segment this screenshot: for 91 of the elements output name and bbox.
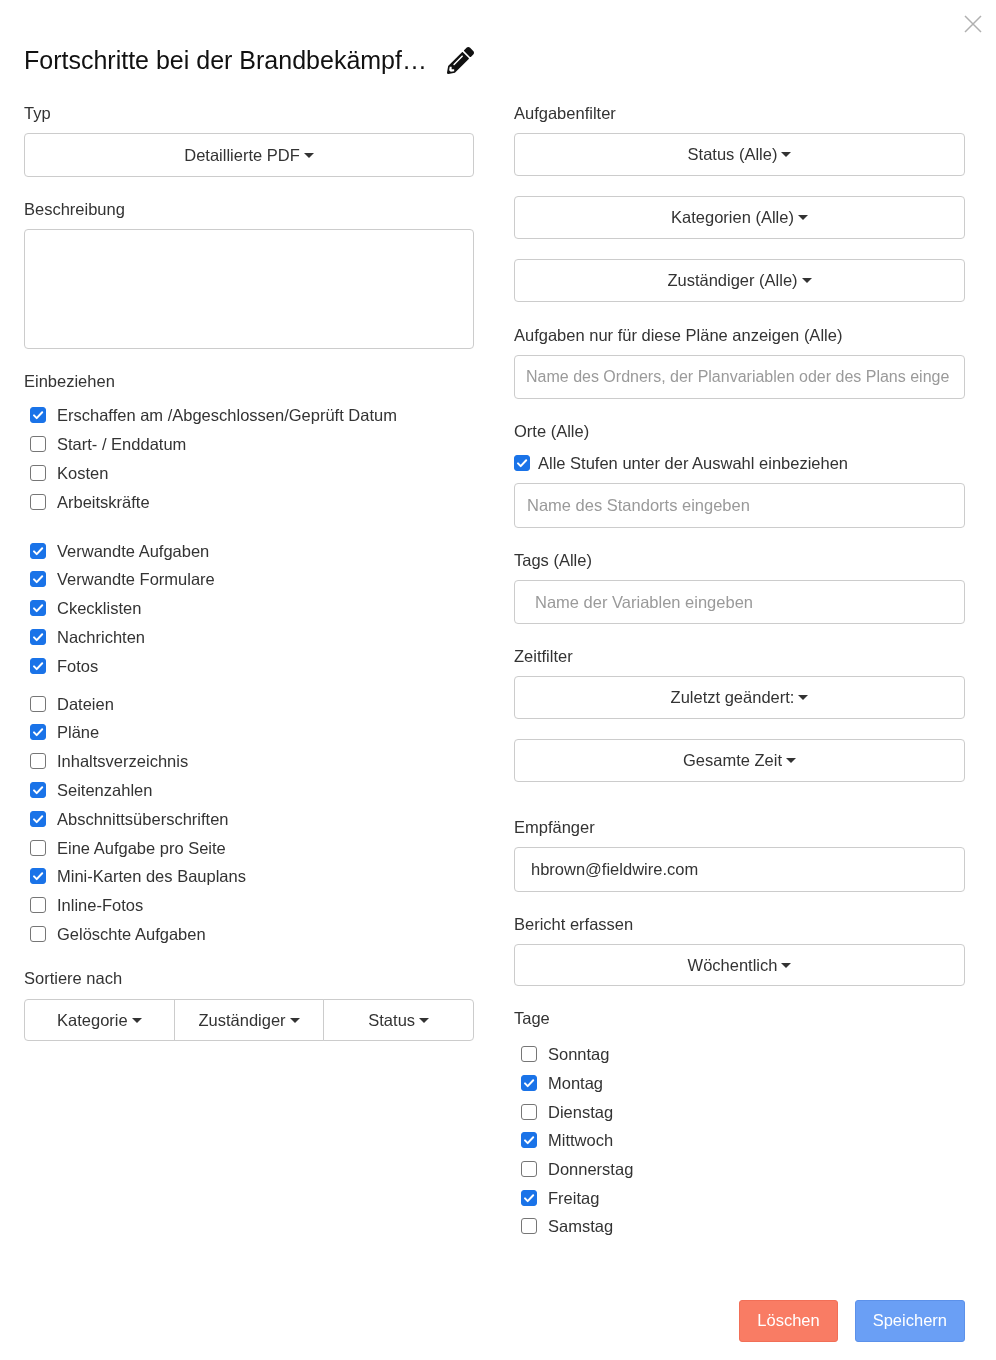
tag-search-field[interactable]: Name der Variablen eingeben: [514, 580, 965, 624]
checkbox-label: Dienstag: [548, 1101, 614, 1122]
sort-button[interactable]: Zuständiger: [173, 999, 325, 1042]
checkbox-label: Pläne: [57, 722, 100, 743]
checkbox-label: Erschaffen am /Abgeschlossen/Geprüft Datum: [57, 405, 397, 426]
checkbox[interactable]: [521, 1189, 537, 1206]
description-field[interactable]: [24, 229, 474, 349]
filter-dropdown[interactable]: Kategorien (Alle): [514, 196, 965, 239]
caret-icon: [289, 1017, 300, 1023]
plan-search-field[interactable]: Name des Ordners, der Planvariablen oder des Plans einge: [514, 355, 965, 399]
caret-icon: [801, 278, 812, 283]
checkbox-label: Samstag: [548, 1216, 614, 1237]
sort-button[interactable]: Kategorie: [24, 999, 175, 1042]
checkbox-label: Start- / Enddatum: [57, 434, 187, 455]
checkbox[interactable]: [30, 436, 46, 453]
caret-icon: [781, 962, 792, 968]
time-filter-dropdown[interactable]: Zuletzt geändert:: [514, 676, 965, 719]
checkbox[interactable]: [30, 781, 46, 798]
caret-icon: [797, 215, 808, 220]
filter-dropdown[interactable]: Status (Alle): [514, 133, 965, 176]
checkbox-label: Freitag: [548, 1187, 600, 1208]
checkbox-label: Alle Stufen unter der Auswahl einbeziehen: [538, 453, 849, 473]
field-label: Einbeziehen: [24, 371, 115, 391]
checkbox[interactable]: [30, 542, 46, 559]
caret-icon: [798, 695, 809, 700]
field-label: Beschreibung: [24, 199, 125, 219]
checkbox-label: Seitenzahlen: [57, 779, 153, 800]
checkbox-label: Fotos: [57, 655, 99, 676]
checkbox-label: Kosten: [57, 463, 109, 483]
time-filter-dropdown[interactable]: Gesamte Zeit: [514, 739, 965, 782]
checkbox-label: Mini-Karten des Bauplans: [57, 866, 246, 887]
checkbox-label: Verwandte Formulare: [57, 569, 215, 590]
location-search-field[interactable]: Name des Standorts eingeben: [514, 483, 965, 528]
checkbox-label: Montag: [548, 1073, 604, 1094]
checkbox-label: Donnerstag: [548, 1159, 634, 1180]
checkbox-label: Gelöschte Aufgaben: [57, 923, 206, 944]
checkbox-label: Sonntag: [548, 1044, 610, 1065]
checkbox-label: Verwandte Aufgaben: [57, 540, 210, 561]
checkbox-label: Arbeitskräfte: [57, 491, 150, 512]
checkbox-label: Abschnittsüberschriften: [57, 808, 229, 829]
checkbox[interactable]: [521, 1075, 537, 1092]
checkbox[interactable]: [30, 657, 46, 674]
checkbox[interactable]: [30, 465, 46, 481]
checkbox[interactable]: [30, 868, 46, 885]
frequency-dropdown[interactable]: Wöchentlich: [514, 944, 965, 986]
checkbox[interactable]: [521, 1046, 537, 1063]
field-label: Zeitfilter: [514, 646, 573, 666]
dialog-title: Fortschritte bei der Brandbekämpf…: [24, 45, 427, 76]
checkbox[interactable]: [30, 600, 46, 617]
checkbox[interactable]: [521, 1218, 537, 1235]
checkbox[interactable]: [30, 839, 46, 856]
caret-icon: [131, 1017, 142, 1023]
checkbox-label: Mittwoch: [548, 1130, 614, 1151]
field-label: Bericht erfassen: [514, 914, 634, 934]
checkbox[interactable]: [521, 1132, 537, 1149]
checkbox[interactable]: [30, 724, 46, 741]
field-label: Typ: [24, 103, 51, 123]
checkbox[interactable]: [30, 695, 46, 712]
checkbox-label: Inhaltsverzeichnis: [57, 751, 189, 772]
checkbox-label: Ckecklisten: [57, 598, 142, 619]
caret-icon: [786, 758, 796, 763]
checkbox-label: Inline-Fotos: [57, 895, 144, 916]
checkbox-label: Dateien: [57, 693, 114, 714]
type-dropdown[interactable]: Detaillierte PDF: [24, 133, 474, 177]
caret-icon: [419, 1017, 430, 1023]
field-label: Aufgaben nur für diese Pläne anzeigen (Alle): [514, 325, 843, 345]
checkbox[interactable]: [30, 571, 46, 588]
checkbox[interactable]: [30, 810, 46, 827]
field-label: Empfänger: [514, 817, 595, 837]
checkbox[interactable]: [30, 628, 46, 645]
field-label: Aufgabenfilter: [514, 103, 616, 123]
checkbox[interactable]: [521, 1103, 537, 1120]
caret-icon: [303, 152, 314, 158]
checkbox[interactable]: [30, 753, 46, 770]
checkbox-label: Nachrichten: [57, 626, 146, 647]
checkbox[interactable]: [30, 897, 46, 914]
checkbox-label: Eine Aufgabe pro Seite: [57, 837, 226, 858]
filter-dropdown[interactable]: Zuständiger (Alle): [514, 259, 965, 302]
field-label: Sortiere nach: [24, 968, 123, 989]
checkbox[interactable]: [30, 407, 46, 424]
checkbox[interactable]: [521, 1161, 537, 1178]
pencil-icon[interactable]: [446, 46, 474, 74]
field-label: Tags (Alle): [514, 550, 592, 570]
field-label: Orte (Alle): [514, 421, 590, 441]
caret-icon: [781, 152, 792, 157]
checkbox[interactable]: [514, 455, 530, 471]
checkbox[interactable]: [30, 493, 46, 510]
field-label: Tage: [514, 1008, 550, 1028]
recipient-field[interactable]: hbrown@fieldwire.com: [514, 847, 965, 892]
sort-button[interactable]: Status: [323, 999, 474, 1042]
checkbox[interactable]: [30, 925, 46, 942]
